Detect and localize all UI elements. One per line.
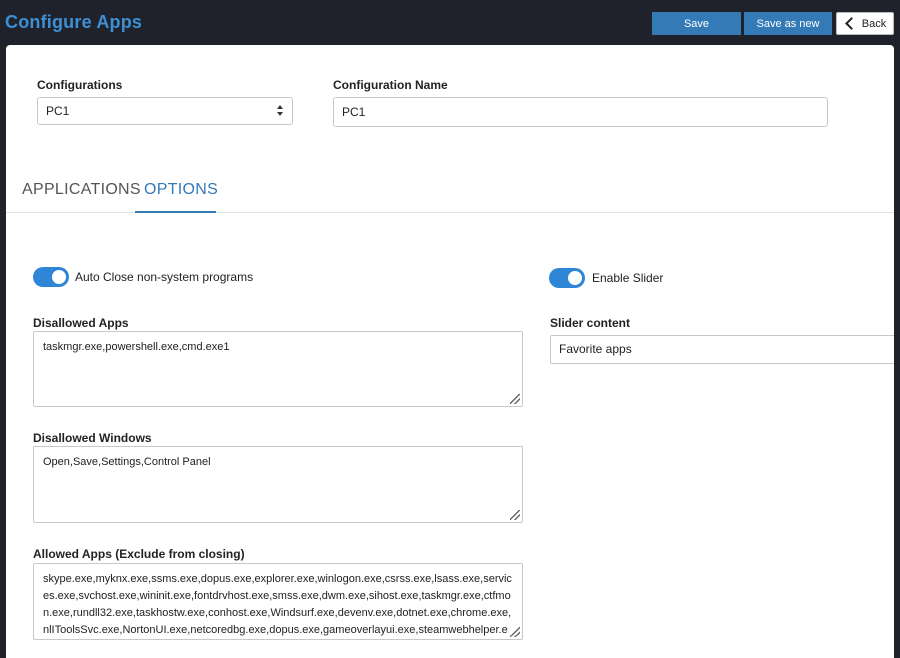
configurations-select-value: PC1 [46,104,70,118]
enable-slider-label: Enable Slider [592,271,664,285]
enable-slider-toggle[interactable] [549,268,585,288]
resize-grip-icon[interactable] [510,627,520,637]
configuration-name-label: Configuration Name [333,78,448,92]
toggle-knob [568,271,582,285]
toggle-knob [52,270,66,284]
disallowed-apps-label: Disallowed Apps [33,316,129,330]
configurations-select[interactable]: PC1 [37,97,293,125]
disallowed-windows-label: Disallowed Windows [33,431,152,445]
resize-grip-icon[interactable] [510,394,520,404]
disallowed-apps-textarea[interactable]: taskmgr.exe,powershell.exe,cmd.exe1 [33,331,523,407]
save-button[interactable]: Save [652,12,741,35]
allowed-apps-value: skype.exe,myknx.exe,ssms.exe,dopus.exe,e… [43,573,512,636]
configurations-label: Configurations [37,78,123,92]
auto-close-toggle[interactable] [33,267,69,287]
allowed-apps-textarea[interactable]: skype.exe,myknx.exe,ssms.exe,dopus.exe,e… [33,563,523,640]
back-button[interactable]: Back [836,12,894,35]
active-tab-indicator [135,211,216,213]
auto-close-label: Auto Close non-system programs [75,270,254,284]
disallowed-windows-value: Open,Save,Settings,Control Panel [43,456,211,468]
allowed-apps-label: Allowed Apps (Exclude from closing) [33,547,245,561]
disallowed-apps-value: taskmgr.exe,powershell.exe,cmd.exe1 [43,341,230,353]
main-panel: Configurations PC1 Configuration Name PC… [6,45,894,658]
tab-options[interactable]: OPTIONS [144,181,218,199]
page-title: Configure Apps [5,12,143,32]
chevron-left-icon [844,17,858,30]
configuration-name-input[interactable]: PC1 [333,97,828,127]
slider-content-select[interactable]: Favorite apps [550,335,894,364]
back-button-label: Back [861,17,887,30]
slider-content-label: Slider content [550,316,631,330]
save-as-new-button[interactable]: Save as new [744,12,832,35]
resize-grip-icon[interactable] [510,510,520,520]
updown-arrows-icon [277,105,284,117]
app-header: Configure Apps Save Save as new Back [0,0,900,46]
disallowed-windows-textarea[interactable]: Open,Save,Settings,Control Panel [33,446,523,523]
tab-applications[interactable]: APPLICATIONS [22,181,141,199]
